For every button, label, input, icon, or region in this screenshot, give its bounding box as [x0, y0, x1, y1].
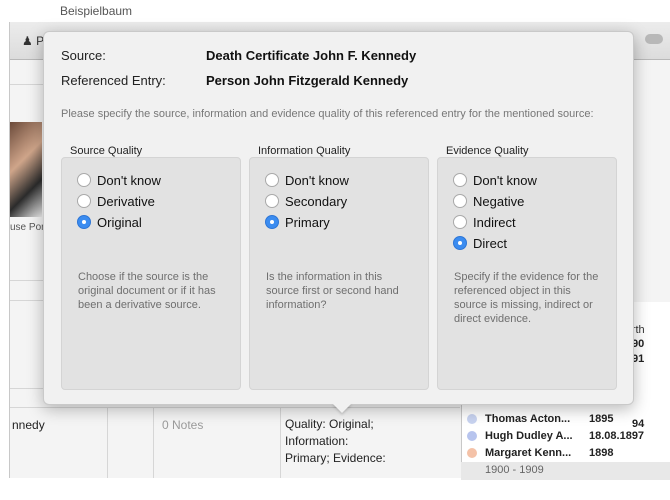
radio-button[interactable] [265, 173, 279, 187]
source-quality-popover: Source: Death Certificate John F. Kenned… [43, 31, 634, 405]
entry-value: Person John Fitzgerald Kennedy [206, 73, 409, 88]
person-icon: ♟ [22, 34, 33, 48]
radio-evidence-direct[interactable]: Direct [453, 234, 507, 252]
person-color-dot [467, 447, 477, 458]
person-button[interactable]: ♟ P [22, 34, 44, 48]
people-list: Thomas Acton... 1895 Hugh Dudley A... 18… [461, 406, 670, 496]
person-color-dot [467, 413, 477, 424]
radio-button-selected[interactable] [453, 236, 467, 250]
evidence-quality-help: Specify if the evidence for the referenc… [454, 271, 599, 325]
radio-evidence-indirect[interactable]: Indirect [453, 213, 516, 231]
information-quality-title: Information Quality [258, 145, 351, 157]
source-quality-group: Don't know Derivative Original Choose if… [61, 157, 241, 390]
radio-information-secondary[interactable]: Secondary [265, 192, 347, 210]
source-label: Source: [61, 48, 106, 63]
radio-button[interactable] [453, 194, 467, 208]
row-name-cell[interactable]: nnedy [12, 418, 45, 432]
source-value: Death Certificate John F. Kennedy [206, 48, 417, 63]
radio-button[interactable] [453, 215, 467, 229]
popover-arrow [332, 403, 352, 413]
quality-cell[interactable]: Quality: Original; Information: Primary;… [285, 416, 386, 467]
radio-information-primary[interactable]: Primary [265, 213, 330, 231]
radio-button[interactable] [77, 194, 91, 208]
radio-button-selected[interactable] [77, 215, 91, 229]
information-quality-group: Don't know Secondary Primary Is the info… [249, 157, 429, 390]
evidence-quality-group: Don't know Negative Indirect Direct Spec… [437, 157, 617, 390]
person-photo[interactable] [10, 122, 42, 217]
decade-footer: 1900 - 1909 [461, 462, 670, 480]
source-quality-title: Source Quality [70, 145, 143, 157]
spouse-label: use Por [10, 222, 45, 233]
radio-source-original[interactable]: Original [77, 213, 142, 231]
information-quality-help: Is the information in this source first … [266, 271, 399, 311]
radio-button[interactable] [265, 194, 279, 208]
radio-source-dont-know[interactable]: Don't know [77, 171, 161, 189]
notes-cell[interactable]: 0 Notes [162, 418, 203, 432]
list-item[interactable]: Margaret Kenn... 1898 [467, 444, 667, 461]
person-color-dot [467, 430, 477, 441]
cloud-icon[interactable] [645, 34, 663, 44]
tree-name-label: Beispielbaum [60, 4, 133, 18]
radio-source-derivative[interactable]: Derivative [77, 192, 155, 210]
radio-evidence-negative[interactable]: Negative [453, 192, 524, 210]
radio-button[interactable] [453, 173, 467, 187]
radio-button[interactable] [77, 173, 91, 187]
radio-information-dont-know[interactable]: Don't know [265, 171, 349, 189]
radio-evidence-dont-know[interactable]: Don't know [453, 171, 537, 189]
list-item[interactable]: Hugh Dudley A... 18.08.1897 [467, 427, 667, 444]
entry-label: Referenced Entry: [61, 73, 166, 88]
radio-button-selected[interactable] [265, 215, 279, 229]
evidence-quality-title: Evidence Quality [446, 145, 529, 157]
source-quality-help: Choose if the source is the original doc… [78, 271, 216, 311]
instructions-text: Please specify the source, information a… [61, 108, 594, 120]
list-item[interactable]: Thomas Acton... 1895 [467, 410, 667, 427]
